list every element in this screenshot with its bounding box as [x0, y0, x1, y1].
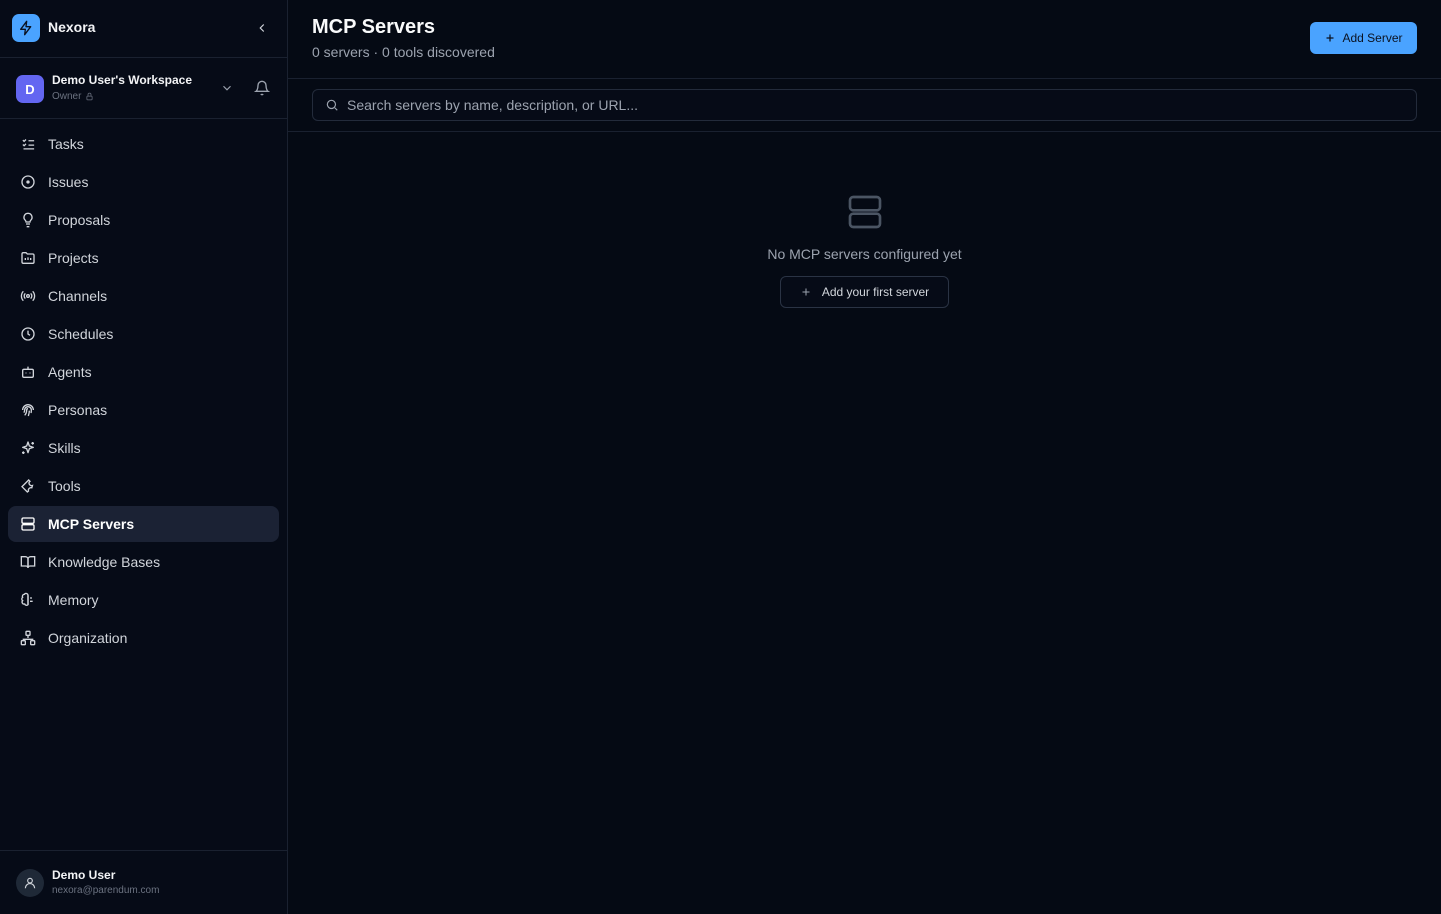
server-icon — [845, 192, 885, 232]
sidebar-item-label: Tools — [48, 478, 81, 494]
main-content: MCP Servers 0 servers · 0 tools discover… — [288, 0, 1441, 914]
folder-icon — [20, 250, 36, 266]
user-name: Demo User — [52, 868, 116, 882]
sidebar-item-channels[interactable]: Channels — [8, 278, 279, 314]
plus-icon — [802, 288, 810, 296]
sidebar-item-personas[interactable]: Personas — [8, 392, 279, 428]
fingerprint-icon — [20, 402, 36, 418]
user-email: nexora@parendum.com — [52, 885, 160, 896]
workspace-switcher[interactable]: D Demo User's Workspace Owner — [0, 59, 287, 119]
search-input[interactable] — [347, 97, 1407, 113]
sidebar-item-label: Tasks — [48, 136, 84, 152]
lightbulb-icon — [20, 212, 36, 228]
sidebar-item-label: MCP Servers — [48, 516, 135, 532]
org-chart-icon — [20, 630, 36, 646]
clock-icon — [20, 326, 36, 342]
sidebar-item-agents[interactable]: Agents — [8, 354, 279, 390]
sidebar-item-label: Issues — [48, 174, 89, 190]
chevron-down-icon — [223, 85, 231, 91]
brand-header: Nexora — [0, 0, 287, 58]
sidebar-item-label: Personas — [48, 402, 108, 418]
workspace-dropdown-button[interactable] — [220, 81, 236, 97]
sidebar-item-mcp-servers[interactable]: MCP Servers — [8, 506, 279, 542]
lightning-icon — [12, 14, 40, 42]
sidebar-item-tasks[interactable]: Tasks — [8, 126, 279, 162]
sidebar-item-projects[interactable]: Projects — [8, 240, 279, 276]
sidebar-item-label: Proposals — [48, 212, 111, 228]
broadcast-icon — [20, 288, 36, 304]
sidebar-item-skills[interactable]: Skills — [8, 430, 279, 466]
sidebar-item-proposals[interactable]: Proposals — [8, 202, 279, 238]
sidebar-item-label: Agents — [48, 364, 92, 380]
sidebar-item-issues[interactable]: Issues — [8, 164, 279, 200]
book-icon — [20, 554, 36, 570]
sidebar-item-organization[interactable]: Organization — [8, 620, 279, 656]
add-server-label: Add Server — [1342, 31, 1403, 45]
workspace-name: Demo User's Workspace — [52, 73, 193, 87]
add-first-server-button[interactable]: Add your first server — [780, 276, 949, 308]
empty-state-message: No MCP servers configured yet — [767, 246, 962, 262]
wrench-icon — [20, 478, 36, 494]
sidebar-item-label: Skills — [48, 440, 81, 456]
workspace-avatar: D — [16, 75, 44, 103]
bell-icon — [253, 80, 271, 96]
page-subtitle: 0 servers · 0 tools discovered — [312, 44, 495, 60]
workspace-role: Owner — [52, 91, 94, 102]
user-icon — [16, 869, 44, 897]
chevron-left-icon — [259, 24, 265, 32]
issues-icon — [20, 174, 36, 190]
sidebar-item-label: Schedules — [48, 326, 114, 342]
search-box[interactable] — [312, 89, 1417, 121]
sidebar-nav: Tasks Issues Proposals Projects Channels… — [8, 126, 279, 658]
sidebar-item-memory[interactable]: Memory — [8, 582, 279, 618]
empty-state: No MCP servers configured yet Add your f… — [288, 192, 1441, 308]
add-server-button[interactable]: Add Server — [1310, 22, 1417, 54]
search-icon — [326, 99, 338, 111]
bot-icon — [20, 364, 36, 380]
sidebar-item-label: Knowledge Bases — [48, 554, 161, 570]
sidebar-item-label: Organization — [48, 630, 128, 646]
sidebar-item-knowledge-bases[interactable]: Knowledge Bases — [8, 544, 279, 580]
user-profile[interactable]: Demo User nexora@parendum.com — [0, 850, 287, 914]
search-section — [288, 79, 1441, 132]
sidebar-item-schedules[interactable]: Schedules — [8, 316, 279, 352]
sidebar-item-label: Memory — [48, 592, 99, 608]
sidebar-item-label: Channels — [48, 288, 108, 304]
sidebar-item-label: Projects — [48, 250, 99, 266]
add-first-server-label: Add your first server — [821, 285, 930, 299]
sidebar: Nexora D Demo User's Workspace Owner Tas… — [0, 0, 288, 914]
brand-name: Nexora — [48, 19, 96, 35]
sidebar-item-tools[interactable]: Tools — [8, 468, 279, 504]
page-header: MCP Servers 0 servers · 0 tools discover… — [288, 0, 1441, 79]
lock-icon — [86, 92, 93, 101]
sparkles-icon — [20, 440, 36, 456]
tasks-icon — [20, 136, 36, 152]
workspace-role-label: Owner — [52, 91, 82, 102]
server-icon — [20, 516, 36, 532]
plus-icon — [1326, 34, 1334, 42]
brain-icon — [20, 592, 36, 608]
collapse-sidebar-button[interactable] — [252, 18, 272, 38]
page-title: MCP Servers — [312, 16, 436, 38]
notifications-button[interactable] — [253, 80, 272, 98]
